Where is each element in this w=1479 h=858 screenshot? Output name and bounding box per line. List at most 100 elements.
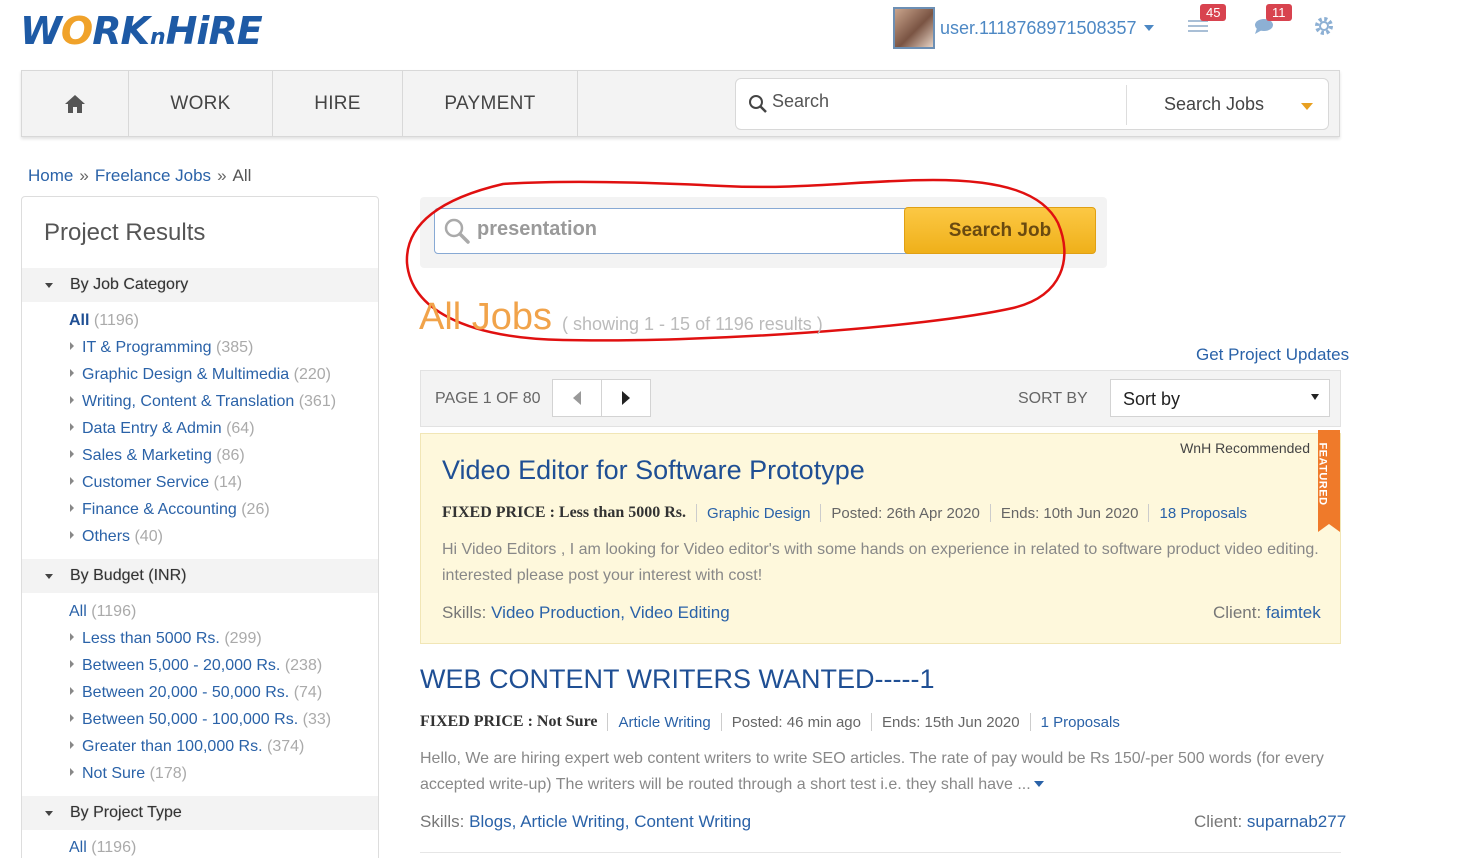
- job-price: FIXED PRICE : Not Sure: [420, 713, 598, 730]
- job-meta: FIXED PRICE : Less than 5000 Rs. Graphic…: [442, 504, 1247, 522]
- budget-20000-50000[interactable]: Between 20,000 - 50,000 Rs. (74): [70, 684, 322, 702]
- divider: [989, 504, 991, 522]
- results-heading: All Jobs: [419, 296, 553, 338]
- skill-tag[interactable]: Blogs,: [469, 812, 516, 831]
- job-description: Hi Video Editors , I am looking for Vide…: [442, 541, 1319, 584]
- job-meta: FIXED PRICE : Not Sure Article Writing P…: [420, 713, 1120, 731]
- chevron-down-icon[interactable]: [1143, 25, 1154, 31]
- user-menu[interactable]: user.1118768971508357: [893, 7, 1154, 49]
- username[interactable]: user.1118768971508357: [940, 18, 1137, 39]
- site-logo[interactable]: WORKnHiRE: [20, 8, 263, 54]
- category-graphic-design[interactable]: Graphic Design & Multimedia (220): [70, 366, 331, 384]
- nav-hire[interactable]: HIRE: [273, 71, 403, 136]
- budget-all[interactable]: All (1196): [69, 603, 136, 621]
- search-job-button[interactable]: Search Job: [904, 207, 1096, 254]
- divider: [1148, 504, 1150, 522]
- category-writing[interactable]: Writing, Content & Translation (361): [70, 393, 336, 411]
- divider: [607, 713, 609, 731]
- filter-section-label: By Project Type: [70, 804, 182, 821]
- skill-tag[interactable]: Article Writing,: [520, 812, 629, 831]
- client-label: Client:: [1194, 812, 1243, 831]
- skill-tag[interactable]: Content Writing: [634, 812, 751, 831]
- search-scope-select[interactable]: Search Jobs: [1164, 94, 1264, 115]
- notifications-button[interactable]: 45: [1186, 4, 1227, 38]
- job-proposals-link[interactable]: 1 Proposals: [1041, 714, 1120, 731]
- filter-section-label: By Budget (INR): [70, 567, 187, 584]
- breadcrumb-separator: »: [79, 166, 89, 185]
- breadcrumb-freelance-jobs[interactable]: Freelance Jobs: [95, 166, 211, 185]
- skill-tag[interactable]: Video Editing: [630, 603, 730, 622]
- expand-icon[interactable]: [1033, 781, 1044, 787]
- job-skills: Skills: Blogs, Article Writing, Content …: [420, 812, 751, 832]
- search-icon: [444, 218, 470, 244]
- filter-section-budget[interactable]: By Budget (INR): [22, 559, 378, 593]
- filter-section-project-type[interactable]: By Project Type: [22, 796, 378, 830]
- messages-button[interactable]: 11: [1252, 4, 1292, 38]
- caret-right-icon: [70, 396, 74, 404]
- job-client: Client: suparnab277: [1194, 812, 1346, 832]
- job-search-box: [434, 208, 914, 254]
- divider: [1126, 85, 1127, 125]
- caret-right-icon: [70, 369, 74, 377]
- filter-section-job-category[interactable]: By Job Category: [22, 268, 378, 302]
- logo-text: WORKnHiRE: [20, 9, 263, 53]
- job-skills: Skills: Video Production, Video Editing: [442, 603, 730, 623]
- job-ends: Ends: 15th Jun 2020: [882, 713, 1020, 731]
- nav-payment[interactable]: PAYMENT: [403, 71, 578, 136]
- budget-5000-20000[interactable]: Between 5,000 - 20,000 Rs. (238): [70, 657, 322, 675]
- category-sales-marketing[interactable]: Sales & Marketing (86): [70, 447, 245, 465]
- budget-not-sure[interactable]: Not Sure (178): [70, 765, 187, 783]
- budget-greater-100000[interactable]: Greater than 100,000 Rs. (374): [70, 738, 304, 756]
- category-finance[interactable]: Finance & Accounting (26): [70, 501, 270, 519]
- breadcrumb-separator: »: [217, 166, 227, 185]
- caret-right-icon: [70, 660, 74, 668]
- job-category-link[interactable]: Article Writing: [618, 714, 710, 731]
- featured-label: FEATURED: [1316, 442, 1329, 506]
- filter-sidebar: Project Results By Job Category All (119…: [21, 196, 379, 858]
- budget-less-5000[interactable]: Less than 5000 Rs. (299): [70, 630, 262, 648]
- results-count: ( showing 1 - 15 of 1196 results ): [562, 314, 823, 334]
- category-it-programming[interactable]: IT & Programming (385): [70, 339, 253, 357]
- category-customer-service[interactable]: Customer Service (14): [70, 474, 242, 492]
- divider: [720, 713, 722, 731]
- caret-right-icon: [70, 633, 74, 641]
- nav-work[interactable]: WORK: [129, 71, 273, 136]
- nav-home[interactable]: [22, 71, 129, 136]
- budget-50000-100000[interactable]: Between 50,000 - 100,000 Rs. (33): [70, 711, 331, 729]
- caret-right-icon: [70, 531, 74, 539]
- chevron-down-icon[interactable]: [1301, 103, 1313, 110]
- settings-button[interactable]: [1312, 14, 1338, 38]
- divider: [820, 504, 822, 522]
- next-page-button[interactable]: [601, 379, 651, 417]
- project-type-all[interactable]: All (1196): [69, 839, 136, 857]
- header-search: Search Jobs: [735, 78, 1329, 130]
- category-others[interactable]: Others (40): [70, 528, 163, 546]
- caret-right-icon: [70, 504, 74, 512]
- job-ends: Ends: 10th Jun 2020: [1000, 504, 1139, 522]
- client-link[interactable]: faimtek: [1266, 603, 1321, 622]
- sort-label: SORT BY: [1018, 390, 1088, 407]
- client-link[interactable]: suparnab277: [1247, 812, 1346, 831]
- breadcrumb-home[interactable]: Home: [28, 166, 73, 185]
- caret-right-icon: [70, 741, 74, 749]
- caret-right-icon: [70, 477, 74, 485]
- job-title[interactable]: Video Editor for Software Prototype: [442, 455, 865, 486]
- avatar[interactable]: [893, 7, 935, 49]
- job-proposals-link[interactable]: 18 Proposals: [1159, 505, 1247, 522]
- category-all[interactable]: All (1196): [69, 312, 139, 330]
- prev-page-button[interactable]: [552, 379, 602, 417]
- job-category-link[interactable]: Graphic Design: [707, 505, 810, 522]
- job-title[interactable]: WEB CONTENT WRITERS WANTED-----1: [420, 664, 934, 695]
- skill-tag[interactable]: Video Production,: [491, 603, 625, 622]
- search-icon: [749, 95, 767, 113]
- get-project-updates-link[interactable]: Get Project Updates: [1196, 345, 1349, 365]
- job-search-input[interactable]: [477, 218, 897, 241]
- job-posted: Posted: 26th Apr 2020: [831, 504, 980, 522]
- category-data-entry[interactable]: Data Entry & Admin (64): [70, 420, 255, 438]
- sort-select[interactable]: Sort by: [1110, 379, 1330, 417]
- gear-icon: [1315, 17, 1333, 35]
- caret-down-icon: [45, 283, 53, 288]
- divider: [871, 713, 872, 731]
- chevron-down-icon: [1311, 394, 1319, 400]
- header-search-input[interactable]: [772, 91, 1112, 112]
